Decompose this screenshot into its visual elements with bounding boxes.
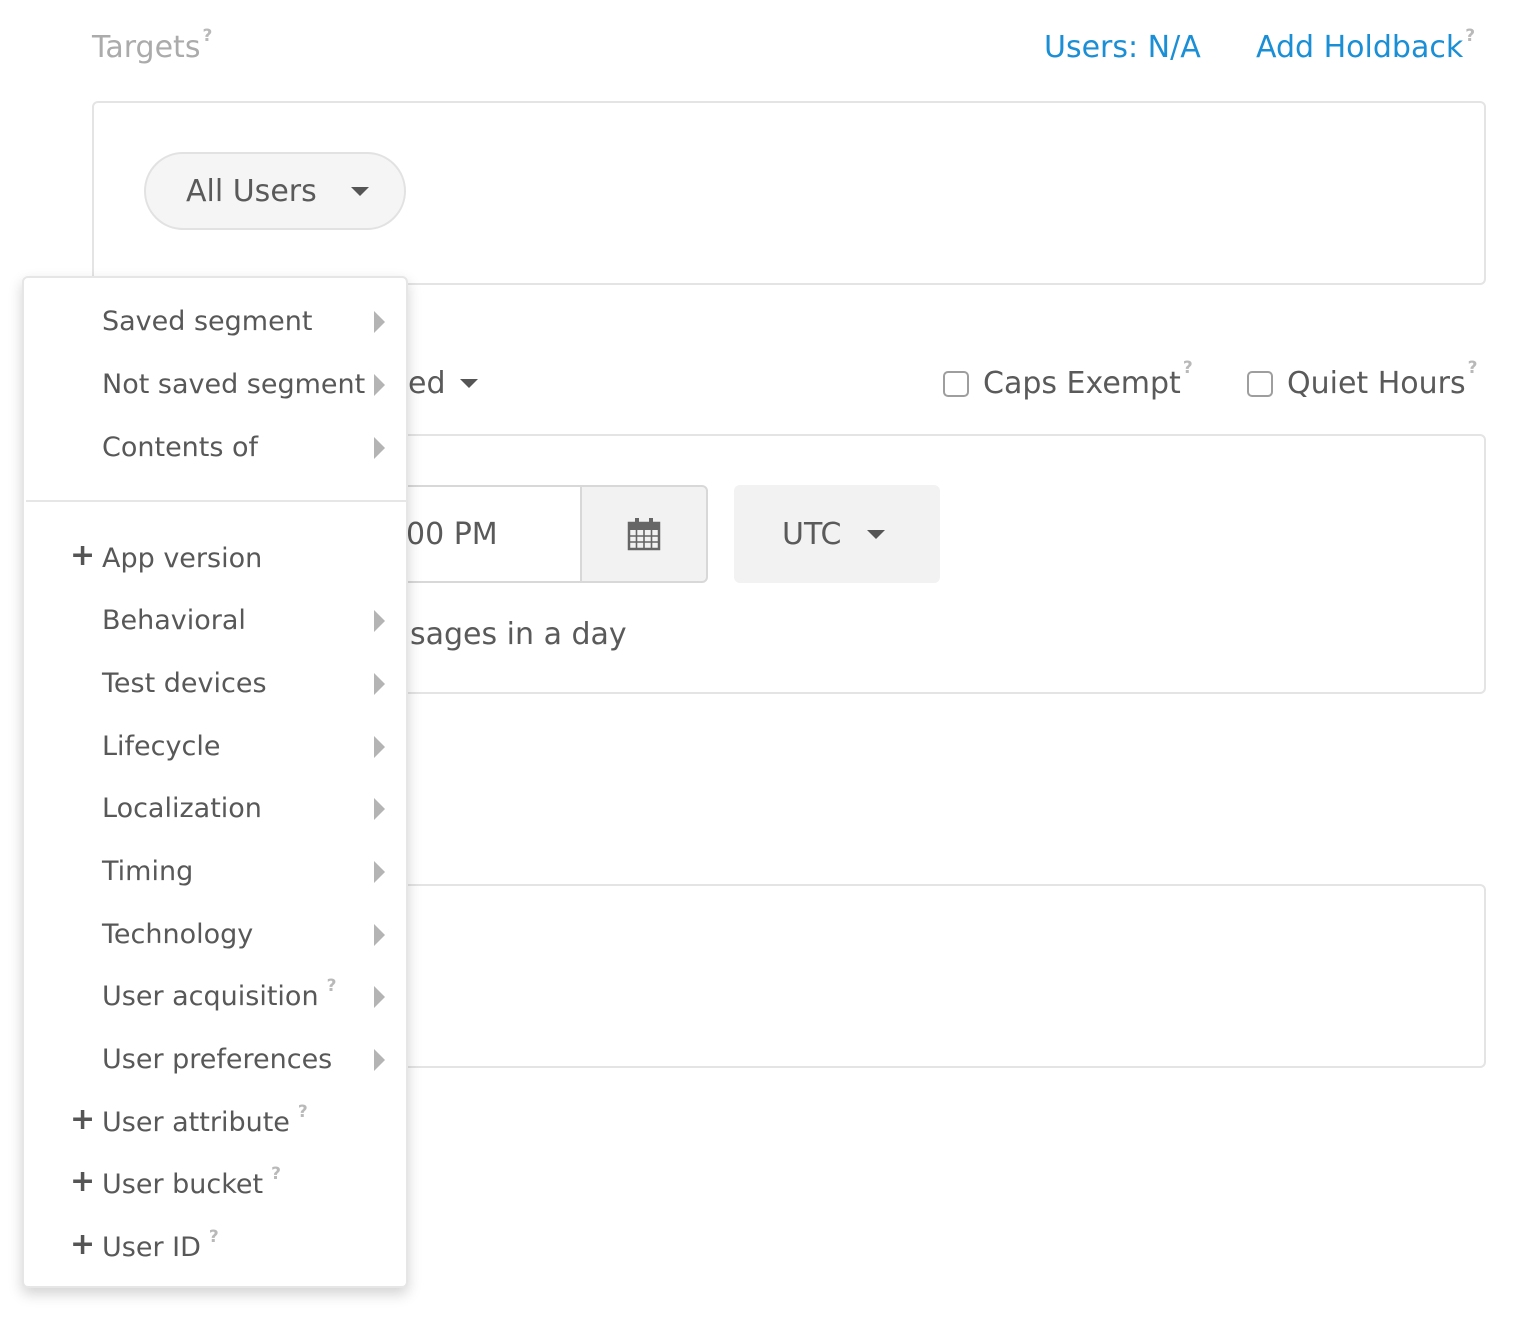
chevron-down-icon — [867, 529, 886, 539]
checkbox-box[interactable] — [943, 370, 969, 397]
menu-item-user-bucket[interactable]: User bucket? — [102, 1164, 281, 1200]
menu-item-lifecycle[interactable]: Lifecycle — [102, 731, 220, 762]
calendar-icon — [627, 518, 661, 551]
caret-right-icon — [374, 437, 385, 459]
help-icon[interactable]: ? — [1183, 358, 1193, 378]
menu-item-timing[interactable]: Timing — [102, 856, 193, 887]
checkbox-box[interactable] — [1247, 370, 1273, 397]
add-holdback-link[interactable]: Add Holdback? — [1256, 26, 1475, 65]
menu-item-technology[interactable]: Technology — [102, 919, 253, 950]
quiet-hours-checkbox[interactable]: Quiet Hours? — [1247, 358, 1477, 401]
caret-right-icon — [374, 798, 385, 820]
caret-right-icon — [374, 861, 385, 883]
timezone-value: UTC — [782, 516, 842, 552]
caret-right-icon — [374, 736, 385, 758]
caret-right-icon — [374, 673, 385, 695]
menu-item-user-id[interactable]: User ID? — [102, 1227, 219, 1263]
users-count-link[interactable]: Users: N/A — [1044, 30, 1201, 65]
plus-icon: + — [70, 1227, 96, 1262]
menu-divider — [26, 500, 406, 502]
caret-right-icon — [374, 924, 385, 946]
menu-item-saved-segment[interactable]: Saved segment — [102, 306, 312, 337]
chevron-down-icon[interactable] — [460, 379, 478, 388]
caret-right-icon — [374, 374, 385, 396]
menu-item-contents-of[interactable]: Contents of — [102, 432, 258, 463]
help-icon[interactable]: ? — [1468, 358, 1478, 378]
help-icon[interactable]: ? — [1465, 26, 1475, 46]
segment-select[interactable]: All Users — [144, 152, 406, 230]
calendar-button[interactable] — [580, 485, 708, 583]
caret-right-icon — [374, 1049, 385, 1071]
menu-item-localization[interactable]: Localization — [102, 793, 262, 824]
caps-exempt-checkbox[interactable]: Caps Exempt? — [943, 358, 1193, 401]
menu-item-not-saved-segment[interactable]: Not saved segment — [102, 369, 365, 400]
caret-right-icon — [374, 311, 385, 333]
help-icon[interactable]: ? — [327, 976, 337, 996]
plus-icon: + — [70, 538, 96, 573]
delivery-select-value[interactable]: ed — [408, 366, 446, 401]
plus-icon: + — [70, 1164, 96, 1199]
segment-dropdown-menu: Saved segment Not saved segment Contents… — [22, 276, 408, 1288]
caret-right-icon — [374, 986, 385, 1008]
timezone-select[interactable]: UTC — [734, 485, 940, 583]
menu-item-behavioral[interactable]: Behavioral — [102, 605, 246, 636]
caps-exempt-label: Caps Exempt — [983, 366, 1181, 401]
help-icon[interactable]: ? — [209, 1227, 219, 1247]
chevron-down-icon — [350, 186, 369, 196]
menu-item-app-version[interactable]: App version — [102, 543, 262, 574]
menu-item-user-preferences[interactable]: User preferences — [102, 1044, 332, 1075]
time-value: 00 PM — [406, 516, 498, 552]
help-icon[interactable]: ? — [202, 26, 212, 46]
plus-icon: + — [70, 1102, 96, 1137]
help-icon[interactable]: ? — [298, 1102, 308, 1122]
content-panel — [380, 884, 1486, 1068]
targets-label: Targets? — [92, 26, 213, 65]
messages-per-day-text: sages in a day — [410, 617, 627, 652]
menu-item-user-acquisition[interactable]: User acquisition? — [102, 976, 336, 1012]
caret-right-icon — [374, 610, 385, 632]
menu-item-test-devices[interactable]: Test devices — [102, 668, 267, 699]
quiet-hours-label: Quiet Hours — [1287, 366, 1466, 401]
help-icon[interactable]: ? — [271, 1164, 281, 1184]
segment-select-value: All Users — [186, 173, 317, 209]
menu-item-user-attribute[interactable]: User attribute? — [102, 1102, 308, 1138]
time-input[interactable]: 00 PM — [404, 485, 582, 583]
